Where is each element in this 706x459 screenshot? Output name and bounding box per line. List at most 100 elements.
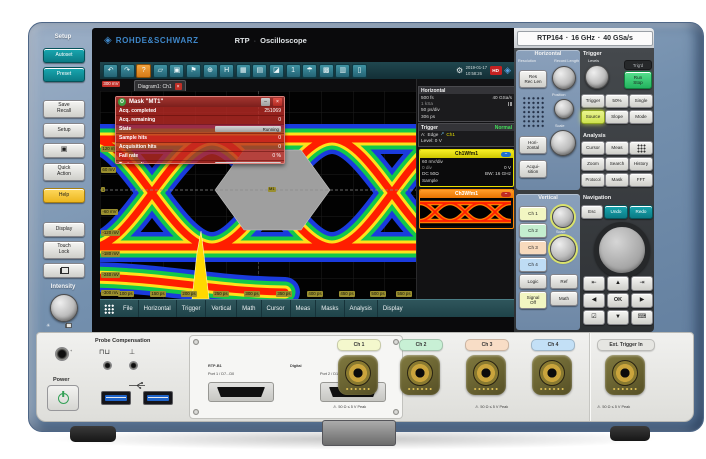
mode-button[interactable]: Mode [629, 110, 653, 124]
resolution-record-length-knob[interactable] [552, 66, 576, 90]
fifty-percent-button[interactable]: 50% [605, 94, 629, 108]
intensity-knob[interactable] [50, 294, 78, 322]
mask-button[interactable]: Mask [605, 173, 629, 187]
menu-math[interactable]: Math [237, 300, 261, 317]
esc-button[interactable]: Esc [581, 205, 603, 219]
mask-dialog-titlebar[interactable]: ⚙ Mask "MT1" – × [116, 97, 284, 107]
horizontal-position-knob[interactable] [554, 99, 574, 119]
menu-vertical[interactable]: Vertical [206, 300, 237, 317]
quick-action-button[interactable]: Quick Action [43, 163, 85, 181]
res-rec-len-button[interactable]: Res Rec Len [519, 70, 547, 88]
mask-icon[interactable]: ▩ [319, 64, 334, 78]
vertical-scale-knob[interactable] [550, 236, 576, 262]
preset-button[interactable]: Preset [43, 67, 85, 82]
setup-button[interactable]: Setup [43, 123, 85, 138]
waveform-diagram[interactable]: M1 120 mV 60 mV 1 -60 mV -120 mV -180 mV… [100, 91, 416, 299]
left-key[interactable]: ◀ [583, 293, 605, 308]
menu-trigger[interactable]: Trigger [177, 300, 207, 317]
redo-icon[interactable]: ↷ [120, 64, 135, 78]
down-key[interactable]: ▼ [607, 310, 629, 325]
right-key[interactable]: ▶ [631, 293, 653, 308]
tab-left-key[interactable]: ⇤ [583, 276, 605, 291]
redo-button[interactable]: Redo [629, 205, 653, 219]
mask-test-dialog[interactable]: ⚙ Mask "MT1" – × Acq. completed 251069 A… [115, 96, 285, 164]
cursor-icon[interactable]: 1 [286, 64, 301, 78]
trigger-info-panel[interactable]: Trigger Normal A: Edge ↗ Ch1 Level: 0 V [418, 123, 515, 147]
ch1-button[interactable]: Ch 1 [519, 206, 547, 221]
display-button[interactable]: Display [43, 222, 85, 237]
touch-lock-button[interactable]: Touch Lock [43, 241, 85, 259]
fft-button[interactable]: FFT [629, 173, 653, 187]
zoom-icon[interactable]: ⊕ [203, 64, 218, 78]
slope-button[interactable]: Slope [605, 110, 629, 124]
display-screen[interactable]: ↶ ↷ ? ▱ ▣ ⚑ ⊕ H ▦ ▤ ◪ 1 ☂ ▩ ▥ ▯ ⚙ 2019-0… [100, 62, 514, 316]
report-icon[interactable]: ⚑ [186, 64, 201, 78]
screenshot-camera-icon[interactable]: ▣ [43, 143, 85, 158]
protocol-button[interactable]: Protocol [581, 173, 605, 187]
mask-minimize-button[interactable]: – [261, 98, 270, 106]
up-key[interactable]: ▲ [607, 276, 629, 291]
persistence-icon[interactable]: ☂ [302, 64, 317, 78]
save-icon[interactable]: ▣ [169, 64, 184, 78]
horizontal-button[interactable]: Hori- zontal [519, 136, 547, 154]
ok-key[interactable]: OK [607, 293, 629, 308]
annotation-icon[interactable]: ▤ [252, 64, 267, 78]
tab-right-key[interactable]: ⇥ [631, 276, 653, 291]
tab-close-icon[interactable]: × [175, 83, 182, 90]
acquisition-button[interactable]: Acqui- sition [519, 160, 547, 178]
save-recall-button[interactable]: Save Recall [43, 100, 85, 118]
trigger-levels-knob[interactable] [585, 65, 609, 89]
ch1-waveform-box[interactable]: Ch1Wfm1 – 60 mV/div 0 div 0 V DC 50Ω BW:… [419, 149, 514, 187]
ch2-button[interactable]: Ch 2 [519, 223, 547, 238]
open-icon[interactable]: ▱ [153, 64, 168, 78]
navigation-rotary-knob[interactable] [594, 222, 650, 278]
menu-analysis[interactable]: Analysis [345, 300, 378, 317]
autoset-button[interactable]: Autoset [43, 48, 85, 63]
rs-menu-grid-icon[interactable] [104, 304, 114, 314]
gear-icon[interactable]: ⚙ [456, 66, 463, 75]
horizontal-info-panel[interactable]: Horizontal 500 fs 40 GSa/s 1 kSa 50 ps/d… [418, 86, 515, 122]
apps-button[interactable] [629, 141, 653, 155]
menu-masks[interactable]: Masks [316, 300, 344, 317]
run-stop-button[interactable]: Run Stop [624, 71, 652, 89]
ch4-button[interactable]: Ch 4 [519, 257, 547, 272]
source-button[interactable]: Source [581, 110, 605, 124]
help-button[interactable]: Help [43, 188, 85, 203]
ch3-waveform-box[interactable]: Ch3Wfm1 – [419, 189, 514, 229]
ch3-button[interactable]: Ch 3 [519, 240, 547, 255]
clipboard-icon[interactable]: ▯ [352, 64, 367, 78]
mask-settings-gear-icon[interactable]: ⚙ [118, 98, 126, 106]
menu-cursor[interactable]: Cursor [262, 300, 291, 317]
histogram-icon[interactable]: H [219, 64, 234, 78]
menu-display[interactable]: Display [378, 300, 408, 317]
power-button[interactable] [47, 385, 79, 411]
display-windows-button[interactable] [43, 263, 85, 278]
ch1-minimize-icon[interactable]: – [501, 152, 511, 158]
history-button[interactable]: History [629, 157, 653, 171]
smartgrid-icon[interactable]: ▦ [236, 64, 251, 78]
menu-meas[interactable]: Meas [291, 300, 317, 317]
keyboard-key[interactable]: ⌨ [631, 310, 653, 325]
menu-file[interactable]: File [118, 300, 139, 317]
search-button[interactable]: Search [605, 157, 629, 171]
meas-button[interactable]: Meas [605, 141, 629, 155]
undo-icon[interactable]: ↶ [103, 64, 118, 78]
trigger-button[interactable]: Trigger [581, 94, 605, 108]
screenshot-icon[interactable]: ◪ [269, 64, 284, 78]
single-button[interactable]: Single [629, 94, 653, 108]
checkbox-key[interactable]: ☑ [583, 310, 605, 325]
ref-button[interactable]: Ref [550, 274, 578, 289]
logic-button[interactable]: Logic [519, 274, 547, 289]
print-icon[interactable]: ▥ [335, 64, 350, 78]
help-icon[interactable]: ? [136, 64, 151, 78]
vertical-position-knob[interactable] [552, 206, 574, 228]
mask-close-button[interactable]: × [273, 98, 282, 106]
signal-off-button[interactable]: Signal Off [519, 291, 547, 309]
ch3-minimize-icon[interactable]: – [501, 192, 511, 198]
horizontal-scale-knob[interactable] [550, 130, 576, 156]
menu-horizontal[interactable]: Horizontal [139, 300, 177, 317]
undo-button[interactable]: Undo [604, 205, 628, 219]
cursor-button[interactable]: Cursor [581, 141, 605, 155]
math-button[interactable]: Math [550, 291, 578, 306]
zoom-button[interactable]: Zoom [581, 157, 605, 171]
